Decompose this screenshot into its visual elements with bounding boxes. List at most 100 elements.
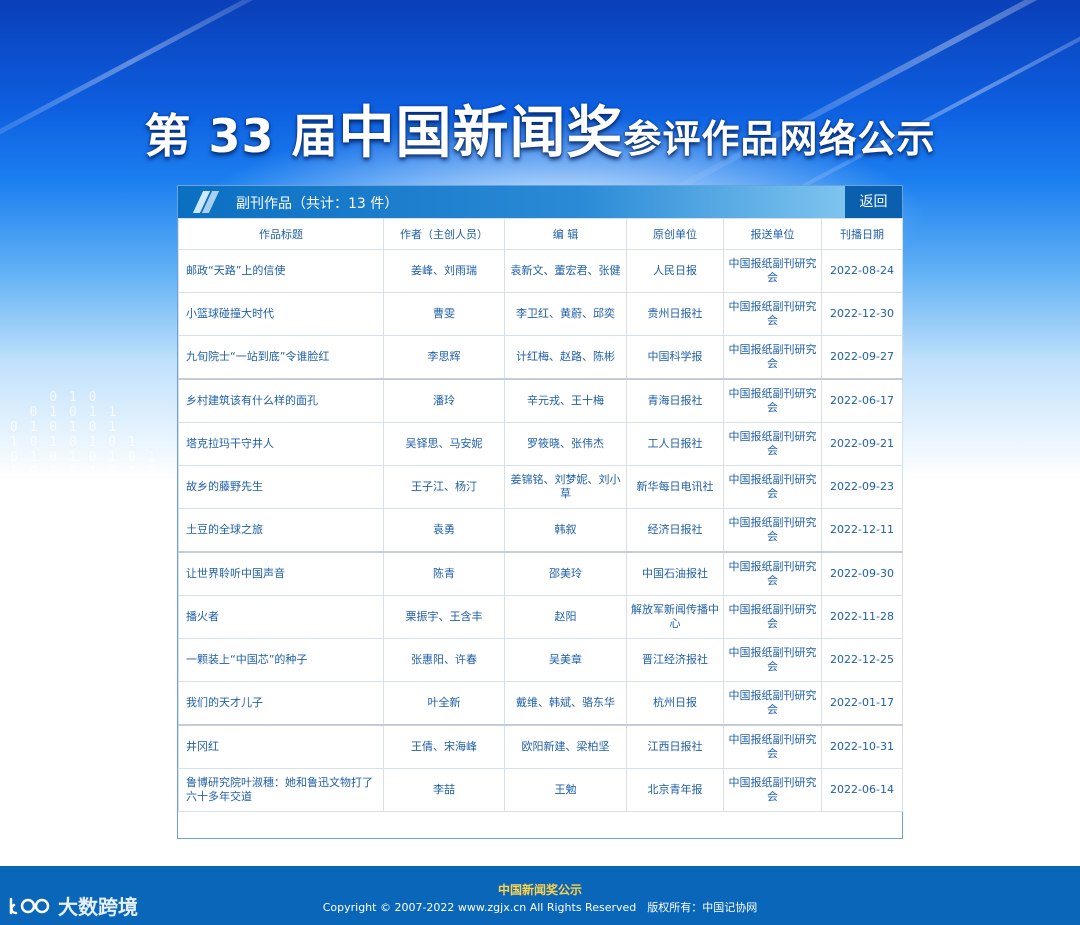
- editor-cell: 袁新文、董宏君、张健: [504, 249, 627, 293]
- work-title-link[interactable]: 让世界聆听中国声音: [178, 551, 384, 596]
- date-cell: 2022-12-30: [821, 292, 903, 336]
- work-title-link[interactable]: 土豆的全球之旅: [178, 508, 384, 553]
- footer-copyright: Copyright © 2007-2022 www.zgjx.cn All Ri…: [322, 901, 758, 914]
- table-row: 我们的天才儿子 叶全新 戴维、韩斌、骆东华 杭州日报 中国报纸副刊研究会 202…: [178, 681, 903, 726]
- origin-cell: 中国石油报社: [626, 551, 724, 596]
- footer-title: 中国新闻奖公示: [497, 883, 582, 897]
- author-cell: 姜峰、刘雨瑞: [383, 249, 505, 293]
- table-row: 邮政“天路”上的信使 姜峰、刘雨瑞 袁新文、董宏君、张健 人民日报 中国报纸副刊…: [178, 249, 903, 293]
- submitter-cell: 中国报纸副刊研究会: [723, 249, 822, 293]
- column-header-title: 作品标题: [178, 218, 384, 250]
- title-suffix: 参评作品网络公示: [623, 117, 936, 161]
- table-row: 鲁博研究院叶淑穗：她和鲁迅文物打了六十多年交道 李喆 王勉 北京青年报 中国报纸…: [178, 768, 903, 812]
- date-cell: 2022-06-14: [821, 768, 903, 812]
- works-panel: 副刊作品（共计：13 件） 返回 作品标题 作者（主创人员） 编 辑 原创单位 …: [177, 185, 903, 839]
- submitter-cell: 中国报纸副刊研究会: [723, 292, 822, 336]
- watermark: 大数跨境: [8, 891, 138, 920]
- editor-cell: 赵阳: [504, 595, 627, 639]
- table-row: 让世界聆听中国声音 陈青 邵美玲 中国石油报社 中国报纸副刊研究会 2022-0…: [178, 551, 903, 596]
- work-title-link[interactable]: 塔克拉玛干守井人: [178, 422, 384, 466]
- editor-cell: 罗筱晓、张伟杰: [504, 422, 627, 466]
- submitter-cell: 中国报纸副刊研究会: [723, 724, 822, 769]
- author-cell: 李喆: [383, 768, 505, 812]
- editor-cell: 李卫红、黄蔚、邱奕: [504, 292, 627, 336]
- date-cell: 2022-12-25: [821, 638, 903, 682]
- work-title-link[interactable]: 故乡的藤野先生: [178, 465, 384, 509]
- stripe-icon: [192, 191, 220, 213]
- origin-cell: 新华每日电讯社: [626, 465, 724, 509]
- author-cell: 潘玲: [383, 378, 505, 423]
- column-header-author: 作者（主创人员）: [383, 218, 505, 250]
- submitter-cell: 中国报纸副刊研究会: [723, 595, 822, 639]
- editor-cell: 欧阳新建、梁柏坚: [504, 724, 627, 769]
- table-row: 九旬院士“一站到底”令谁脸红 李思辉 计红梅、赵路、陈彬 中国科学报 中国报纸副…: [178, 335, 903, 380]
- editor-cell: 吴美章: [504, 638, 627, 682]
- editor-cell: 姜锦铭、刘梦妮、刘小草: [504, 465, 627, 509]
- table-header-row: 作品标题 作者（主创人员） 编 辑 原创单位 报送单位 刊播日期: [178, 218, 903, 250]
- table-row: 乡村建筑该有什么样的面孔 潘玲 辛元戎、王十梅 青海日报社 中国报纸副刊研究会 …: [178, 378, 903, 423]
- date-cell: 2022-06-17: [821, 378, 903, 423]
- date-cell: 2022-09-23: [821, 465, 903, 509]
- submitter-cell: 中国报纸副刊研究会: [723, 681, 822, 726]
- author-cell: 王子江、杨汀: [383, 465, 505, 509]
- editor-cell: 计红梅、赵路、陈彬: [504, 335, 627, 380]
- author-cell: 陈青: [383, 551, 505, 596]
- work-title-link[interactable]: 我们的天才儿子: [178, 681, 384, 726]
- editor-cell: 辛元戎、王十梅: [504, 378, 627, 423]
- submitter-cell: 中国报纸副刊研究会: [723, 551, 822, 596]
- date-cell: 2022-12-11: [821, 508, 903, 553]
- work-title-link[interactable]: 一颗装上“中国芯”的种子: [178, 638, 384, 682]
- submitter-cell: 中国报纸副刊研究会: [723, 378, 822, 423]
- table-row: 一颗装上“中国芯”的种子 张惠阳、许春 吴美章 晋江经济报社 中国报纸副刊研究会…: [178, 638, 903, 682]
- date-cell: 2022-08-24: [821, 249, 903, 293]
- editor-cell: 王勉: [504, 768, 627, 812]
- table-row: 井冈红 王倩、宋海峰 欧阳新建、梁柏坚 江西日报社 中国报纸副刊研究会 2022…: [178, 724, 903, 769]
- page-title: 第 33 届中国新闻奖参评作品网络公示: [0, 88, 1080, 169]
- column-header-submitter: 报送单位: [723, 218, 822, 250]
- work-title-link[interactable]: 井冈红: [178, 724, 384, 769]
- date-cell: 2022-11-28: [821, 595, 903, 639]
- editor-cell: 邵美玲: [504, 551, 627, 596]
- title-middle: 届: [291, 109, 339, 163]
- origin-cell: 贵州日报社: [626, 292, 724, 336]
- origin-cell: 中国科学报: [626, 335, 724, 380]
- submitter-cell: 中国报纸副刊研究会: [723, 768, 822, 812]
- author-cell: 王倩、宋海峰: [383, 724, 505, 769]
- date-cell: 2022-09-27: [821, 335, 903, 380]
- panel-header: 副刊作品（共计：13 件） 返回: [178, 186, 902, 218]
- back-button[interactable]: 返回: [845, 186, 902, 218]
- origin-cell: 晋江经济报社: [626, 638, 724, 682]
- brand-logo-icon: [9, 897, 50, 914]
- origin-cell: 杭州日报: [626, 681, 724, 726]
- table-row: 小篮球碰撞大时代 曹雯 李卫红、黄蔚、邱奕 贵州日报社 中国报纸副刊研究会 20…: [178, 292, 903, 336]
- work-title-link[interactable]: 播火者: [178, 595, 384, 639]
- origin-cell: 江西日报社: [626, 724, 724, 769]
- work-title-link[interactable]: 乡村建筑该有什么样的面孔: [178, 378, 384, 423]
- editor-cell: 韩叙: [504, 508, 627, 553]
- column-header-origin: 原创单位: [626, 218, 724, 250]
- date-cell: 2022-01-17: [821, 681, 903, 726]
- works-table: 作品标题 作者（主创人员） 编 辑 原创单位 报送单位 刊播日期 邮政“天路”上…: [178, 218, 903, 812]
- title-edition: 33: [208, 109, 275, 163]
- column-header-date: 刊播日期: [821, 218, 903, 250]
- author-cell: 袁勇: [383, 508, 505, 553]
- editor-cell: 戴维、韩斌、骆东华: [504, 681, 627, 726]
- origin-cell: 经济日报社: [626, 508, 724, 553]
- page-footer: 中国新闻奖公示 Copyright © 2007-2022 www.zgjx.c…: [0, 866, 1080, 925]
- work-title-link[interactable]: 鲁博研究院叶淑穗：她和鲁迅文物打了六十多年交道: [178, 768, 384, 812]
- origin-cell: 青海日报社: [626, 378, 724, 423]
- author-cell: 张惠阳、许春: [383, 638, 505, 682]
- author-cell: 李思辉: [383, 335, 505, 380]
- title-prefix: 第: [144, 109, 192, 163]
- table-row: 塔克拉玛干守井人 吴铎思、马安妮 罗筱晓、张伟杰 工人日报社 中国报纸副刊研究会…: [178, 422, 903, 466]
- work-title-link[interactable]: 九旬院士“一站到底”令谁脸红: [178, 335, 384, 380]
- author-cell: 吴铎思、马安妮: [383, 422, 505, 466]
- title-award-name: 中国新闻奖: [338, 101, 624, 166]
- author-cell: 栗振宇、王含丰: [383, 595, 505, 639]
- submitter-cell: 中国报纸副刊研究会: [723, 638, 822, 682]
- work-title-link[interactable]: 邮政“天路”上的信使: [178, 249, 384, 293]
- submitter-cell: 中国报纸副刊研究会: [723, 465, 822, 509]
- work-title-link[interactable]: 小篮球碰撞大时代: [178, 292, 384, 336]
- author-cell: 叶全新: [383, 681, 505, 726]
- origin-cell: 人民日报: [626, 249, 724, 293]
